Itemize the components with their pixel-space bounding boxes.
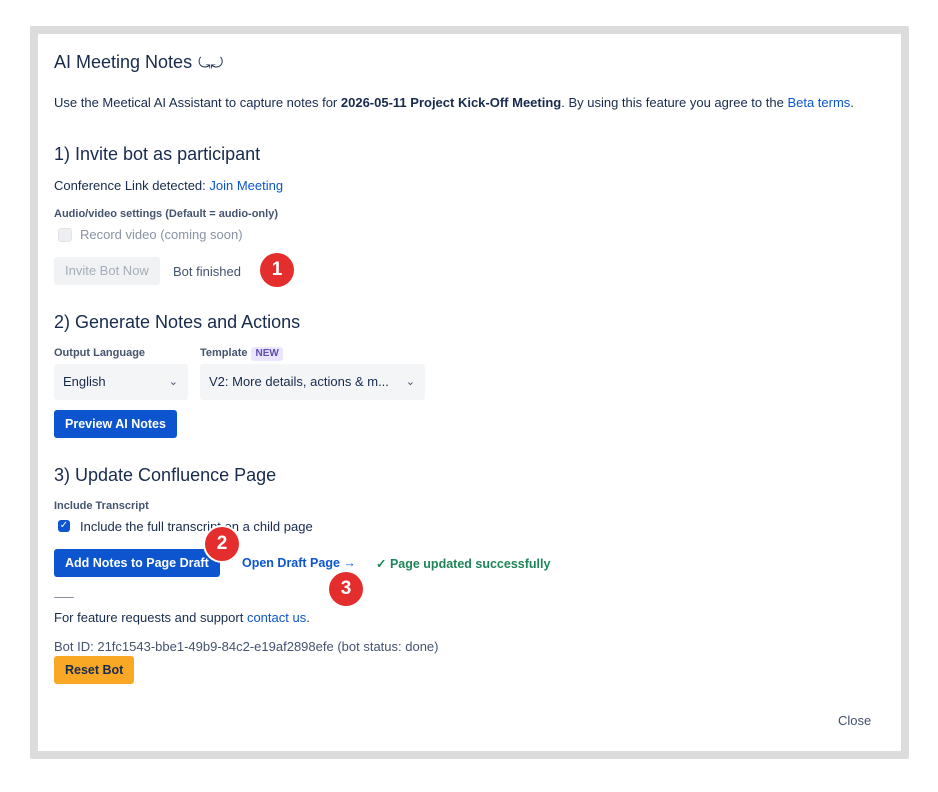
new-badge: NEW <box>251 347 283 361</box>
ai-meeting-notes-dialog: AI Meeting Notes ⤿⤾ Use the Meetical AI A… <box>38 34 901 751</box>
support-text: For feature requests and support contact… <box>54 610 310 625</box>
reset-bot-button[interactable]: Reset Bot <box>54 656 135 684</box>
section2-heading: 2) Generate Notes and Actions <box>54 312 301 332</box>
contact-us-link[interactable]: contact us <box>247 610 306 625</box>
conference-label: Conference Link detected: <box>54 178 210 193</box>
chevron-down-icon: ⌄ <box>405 376 415 388</box>
output-language-value: English <box>63 374 106 389</box>
template-label-row: Template NEW <box>200 347 283 361</box>
add-notes-to-page-draft-button[interactable]: Add Notes to Page Draft <box>54 549 220 577</box>
meeting-name: 2026-05-11 Project Kick-Off Meeting <box>340 95 562 110</box>
open-draft-page-link[interactable]: Open Draft Page → <box>242 556 356 570</box>
beta-terms-link[interactable]: Beta terms <box>787 95 850 110</box>
close-button[interactable]: Close <box>838 713 871 728</box>
av-settings-label: Audio/video settings (Default = audio-on… <box>54 208 278 220</box>
annotation-badge-2: 2 <box>205 527 239 561</box>
preview-ai-notes-button[interactable]: Preview AI Notes <box>54 410 177 438</box>
include-transcript-checkbox-label: Include the full transcript on a child p… <box>80 519 313 534</box>
include-transcript-label: Include Transcript <box>54 500 149 512</box>
section3-heading: 3) Update Confluence Page <box>54 465 277 485</box>
bot-status-text: Bot finished <box>173 264 241 279</box>
chevron-down-icon: ⌄ <box>168 376 178 388</box>
invite-bot-button[interactable]: Invite Bot Now <box>54 257 160 285</box>
dialog-title: AI Meeting Notes ⤿⤾ <box>54 52 223 73</box>
dialog-title-text: AI Meeting Notes <box>54 52 193 72</box>
support-prefix: For feature requests and support <box>54 610 247 625</box>
annotation-badge-3: 3 <box>329 572 363 606</box>
intro-suffix: . <box>850 95 854 110</box>
section1-heading: 1) Invite bot as participant <box>54 144 261 164</box>
template-select[interactable]: V2: More details, actions & m... ⌄ <box>200 364 425 400</box>
include-transcript-checkbox[interactable]: ✓ <box>58 520 70 532</box>
intro-middle: . By using this feature you agree to the <box>561 95 788 110</box>
refresh-icon[interactable]: ⤿⤾ <box>198 55 223 72</box>
output-language-select[interactable]: English ⌄ <box>54 364 188 400</box>
annotation-badge-1: 1 <box>260 253 294 287</box>
intro-prefix: Use the Meetical AI Assistant to capture… <box>54 95 341 110</box>
conference-link-row: Conference Link detected: Join Meeting <box>54 178 283 193</box>
support-suffix: . <box>306 610 310 625</box>
intro-text: Use the Meetical AI Assistant to capture… <box>54 95 854 110</box>
open-draft-page-text: Open Draft Page → <box>242 556 356 570</box>
record-video-checkbox[interactable] <box>58 228 72 242</box>
template-label: Template <box>200 347 248 359</box>
bot-id-text: Bot ID: 21fc1543-bbe1-49b9-84c2-e19af289… <box>54 639 439 654</box>
divider <box>54 597 74 598</box>
record-video-label: Record video (coming soon) <box>80 227 243 242</box>
success-message: ✓ Page updated successfully <box>376 557 551 571</box>
output-language-label: Output Language <box>54 347 146 359</box>
template-value: V2: More details, actions & m... <box>209 374 389 389</box>
join-meeting-link[interactable]: Join Meeting <box>209 178 283 193</box>
